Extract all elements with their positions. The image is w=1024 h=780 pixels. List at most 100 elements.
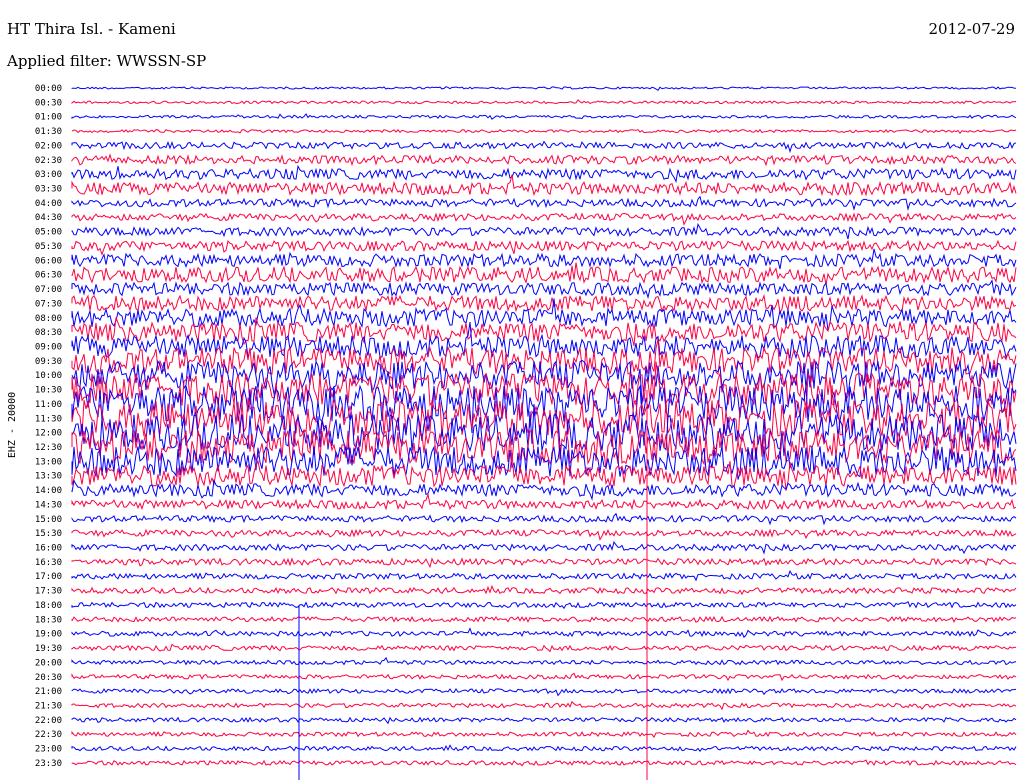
trace-row-1630: [71, 557, 1017, 569]
row-label-layer: 00:00 00:30 01:00 01:30 02:00 02:30 03:00 03:30…: [35, 84, 62, 769]
trace-0400: [71, 195, 1017, 211]
row-label-1730: 17:30: [35, 587, 62, 597]
row-label-0700: 07:00: [35, 285, 62, 295]
trace-0900: [71, 321, 1017, 360]
trace-row-1600: [71, 540, 1017, 555]
row-label-0600: 06:00: [35, 256, 62, 266]
trace-row-0300: [71, 164, 1017, 184]
row-label-0130: 01:30: [35, 127, 62, 137]
trace-2030: [71, 672, 1017, 682]
row-label-1500: 15:00: [35, 515, 62, 525]
trace-row-1730: [71, 584, 1017, 596]
trace-row-0330: [71, 174, 1017, 197]
trace-layer: [71, 86, 1017, 767]
trace-row-2230: [71, 729, 1017, 739]
row-label-1130: 11:30: [35, 414, 62, 424]
trace-2330: [71, 759, 1017, 767]
row-label-0930: 09:30: [35, 357, 62, 367]
trace-row-2030: [71, 672, 1017, 682]
trace-0300: [71, 164, 1017, 184]
trace-0330: [71, 174, 1017, 197]
row-label-2130: 21:30: [35, 702, 62, 712]
row-label-0330: 03:30: [35, 185, 62, 195]
row-label-2030: 20:30: [35, 673, 62, 683]
trace-row-2100: [71, 688, 1017, 697]
trace-row-1500: [71, 512, 1017, 526]
row-label-1600: 16:00: [35, 544, 62, 554]
row-label-1830: 18:30: [35, 615, 62, 625]
trace-row-0030: [71, 99, 1017, 105]
row-label-0100: 01:00: [35, 113, 62, 123]
row-label-2100: 21:00: [35, 687, 62, 697]
trace-row-1530: [71, 528, 1017, 541]
trace-2130: [71, 700, 1017, 711]
trace-1600: [71, 540, 1017, 555]
row-label-1300: 13:00: [35, 457, 62, 467]
trace-1400: [71, 478, 1017, 501]
trace-0030: [71, 99, 1017, 105]
trace-0430: [71, 212, 1017, 226]
trace-0500: [71, 222, 1017, 240]
trace-2300: [71, 744, 1017, 753]
row-label-0800: 08:00: [35, 314, 62, 324]
trace-row-0500: [71, 222, 1017, 240]
trace-0700: [71, 279, 1017, 300]
row-label-0400: 04:00: [35, 199, 62, 209]
trace-1530: [71, 528, 1017, 541]
trace-1500: [71, 512, 1017, 526]
trace-0100: [71, 113, 1017, 120]
row-label-1000: 10:00: [35, 371, 62, 381]
trace-row-0230: [71, 153, 1017, 167]
row-label-1230: 12:30: [35, 443, 62, 453]
trace-0000: [71, 86, 1017, 91]
trace-row-0630: [71, 262, 1017, 285]
trace-0200: [71, 140, 1017, 154]
row-label-1700: 17:00: [35, 572, 62, 582]
trace-1930: [71, 643, 1017, 653]
trace-row-0700: [71, 279, 1017, 300]
row-label-1900: 19:00: [35, 630, 62, 640]
trace-row-1930: [71, 643, 1017, 653]
row-label-0830: 08:30: [35, 328, 62, 338]
trace-1830: [71, 615, 1017, 623]
row-label-1630: 16:30: [35, 558, 62, 568]
row-label-1800: 18:00: [35, 601, 62, 611]
row-label-2000: 20:00: [35, 658, 62, 668]
trace-1630: [71, 557, 1017, 569]
row-label-0630: 06:30: [35, 271, 62, 281]
row-label-1930: 19:30: [35, 644, 62, 654]
trace-1800: [71, 600, 1017, 610]
row-label-2300: 23:00: [35, 745, 62, 755]
row-label-0000: 00:00: [35, 84, 62, 94]
trace-row-1700: [71, 569, 1017, 582]
trace-row-1400: [71, 478, 1017, 501]
row-label-0200: 02:00: [35, 141, 62, 151]
trace-row-1800: [71, 600, 1017, 610]
trace-row-0200: [71, 140, 1017, 154]
row-label-0730: 07:30: [35, 299, 62, 309]
trace-row-0000: [71, 86, 1017, 91]
trace-row-1430: [71, 492, 1017, 511]
row-label-1200: 12:00: [35, 429, 62, 439]
helicorder-plot: 00:00 00:30 01:00 01:30 02:00 02:30 03:00 03:30…: [7, 84, 1017, 780]
row-label-0500: 05:00: [35, 228, 62, 238]
row-label-1530: 15:30: [35, 529, 62, 539]
row-label-1430: 14:30: [35, 500, 62, 510]
trace-row-0600: [71, 248, 1017, 270]
trace-2000: [71, 656, 1017, 666]
trace-row-0130: [71, 129, 1017, 135]
row-label-0900: 09:00: [35, 343, 62, 353]
trace-0830: [71, 317, 1017, 346]
trace-row-0430: [71, 212, 1017, 226]
row-label-1030: 10:30: [35, 386, 62, 396]
row-label-2200: 22:00: [35, 716, 62, 726]
trace-1730: [71, 584, 1017, 596]
trace-0600: [71, 248, 1017, 270]
trace-row-0830: [71, 317, 1017, 346]
trace-row-0400: [71, 195, 1017, 211]
row-label-1100: 11:00: [35, 400, 62, 410]
trace-1700: [71, 569, 1017, 582]
row-label-0530: 05:30: [35, 242, 62, 252]
trace-1430: [71, 492, 1017, 511]
trace-1900: [71, 627, 1017, 639]
